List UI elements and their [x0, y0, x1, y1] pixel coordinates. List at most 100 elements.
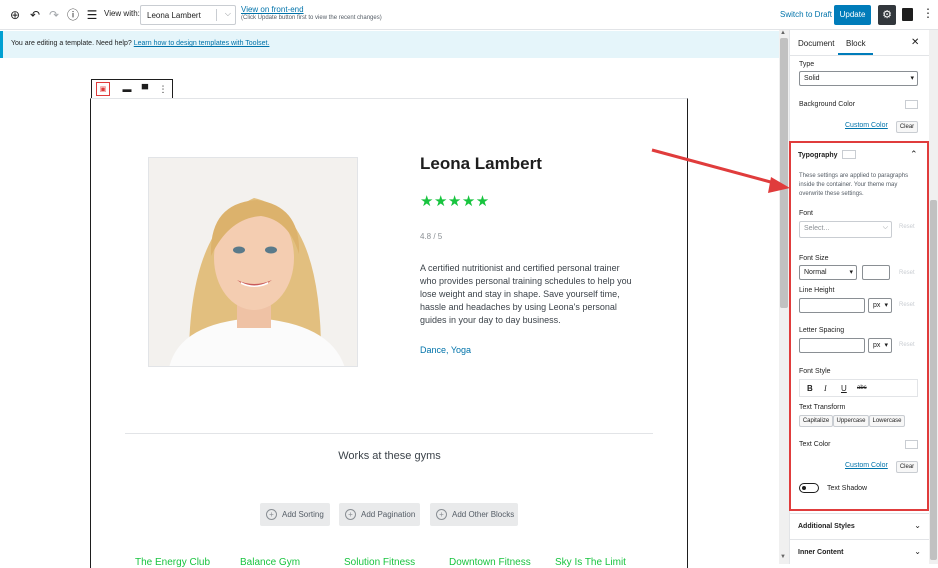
- view-frontend-link[interactable]: View on front-end: [241, 5, 304, 14]
- typography-title[interactable]: Typography: [798, 152, 838, 159]
- profile-photo: [148, 157, 358, 367]
- capitalize-button[interactable]: Capitalize: [799, 415, 833, 427]
- toolset-icon[interactable]: [902, 8, 913, 21]
- font-size-reset[interactable]: Reset: [899, 270, 915, 276]
- bold-icon[interactable]: B: [807, 384, 813, 393]
- info-icon[interactable]: ⓘ: [65, 7, 81, 23]
- line-height-input[interactable]: [799, 298, 865, 313]
- font-size-select[interactable]: Normal ▾: [799, 265, 857, 280]
- letter-spacing-label: Letter Spacing: [799, 327, 845, 334]
- switch-to-draft-button[interactable]: Switch to Draft: [780, 10, 832, 19]
- chevron-down-icon: ⌵: [224, 9, 231, 18]
- chevron-up-icon[interactable]: ⌃: [910, 149, 918, 160]
- outline-icon[interactable]: ☰: [84, 7, 100, 23]
- gym-item[interactable]: The Energy Club: [135, 557, 210, 568]
- align-middle-icon[interactable]: ▀: [138, 82, 152, 96]
- sidebar-scrollbar[interactable]: [929, 30, 938, 564]
- font-style-toolbar: B I U abc: [799, 379, 918, 397]
- redo-icon[interactable]: ↷: [46, 7, 62, 23]
- tab-block[interactable]: Block: [846, 39, 866, 48]
- profile-description: A certified nutritionist and certified p…: [420, 263, 632, 325]
- text-custom-color-link[interactable]: Custom Color: [845, 462, 888, 469]
- profile-name: Leona Lambert: [420, 154, 542, 173]
- undo-icon[interactable]: ↶: [27, 7, 43, 23]
- letter-spacing-input[interactable]: [799, 338, 865, 353]
- text-transform-label: Text Transform: [799, 404, 846, 411]
- close-icon[interactable]: ✕: [911, 37, 919, 48]
- background-color-swatch[interactable]: [905, 100, 918, 109]
- font-label: Font: [799, 210, 814, 217]
- underline-icon[interactable]: U: [841, 384, 847, 393]
- container-block-icon[interactable]: ▣: [96, 82, 110, 96]
- typography-preview-swatch: [842, 150, 856, 159]
- block-more-icon[interactable]: ⋮: [156, 82, 170, 96]
- uppercase-button[interactable]: Uppercase: [833, 415, 869, 427]
- add-sorting-button[interactable]: + Add Sorting: [260, 503, 330, 526]
- font-style-label: Font Style: [799, 368, 831, 375]
- rating-value: 4.8 / 5: [420, 232, 443, 241]
- chevron-down-icon: ▾: [910, 75, 914, 82]
- font-size-label: Font Size: [799, 255, 829, 262]
- lowercase-button[interactable]: Lowercase: [869, 415, 905, 427]
- italic-icon[interactable]: I: [824, 384, 827, 393]
- text-shadow-toggle[interactable]: [799, 483, 819, 493]
- scroll-up-icon[interactable]: ▲: [780, 30, 786, 36]
- text-shadow-label: Text Shadow: [827, 485, 868, 492]
- text-color-label: Text Color: [799, 441, 831, 448]
- chevron-down-icon: ▾: [884, 302, 888, 309]
- type-label: Type: [799, 61, 815, 68]
- add-other-blocks-button[interactable]: + Add Other Blocks: [430, 503, 518, 526]
- chevron-down-icon: ⌄: [914, 521, 921, 530]
- chevron-down-icon: ▾: [884, 342, 888, 349]
- gyms-heading: Works at these gyms: [338, 450, 441, 462]
- font-size-input[interactable]: [862, 265, 890, 280]
- tab-document[interactable]: Document: [798, 39, 834, 48]
- letter-spacing-reset[interactable]: Reset: [899, 342, 915, 348]
- gym-item[interactable]: Downtown Fitness: [449, 557, 531, 568]
- add-block-icon[interactable]: ⊕: [7, 7, 23, 23]
- portrait-image: [149, 158, 357, 366]
- add-pagination-button[interactable]: + Add Pagination: [339, 503, 420, 526]
- separator: [125, 433, 653, 434]
- notice-help-link[interactable]: Learn how to design templates with Tools…: [134, 40, 270, 47]
- font-reset[interactable]: Reset: [899, 224, 915, 230]
- plus-icon: +: [436, 509, 447, 520]
- view-with-label: View with:: [104, 9, 140, 18]
- scrollbar-thumb[interactable]: [930, 200, 937, 560]
- strikethrough-icon[interactable]: abc: [857, 385, 867, 391]
- type-select[interactable]: Solid ▾: [799, 71, 918, 86]
- plus-icon: +: [266, 509, 277, 520]
- editor-topbar: ⊕ ↶ ↷ ⓘ ☰ View with: Leona Lambert ⌵ Vie…: [0, 0, 938, 30]
- scrollbar-thumb[interactable]: [780, 38, 788, 308]
- text-clear-button[interactable]: Clear: [896, 461, 918, 473]
- rating-stars: ★★★★★: [420, 193, 490, 210]
- more-options-icon[interactable]: ⋮: [922, 6, 934, 20]
- gym-item[interactable]: Sky Is The Limit: [555, 557, 626, 568]
- font-select[interactable]: Select... ⌵: [799, 221, 892, 238]
- inner-content-section[interactable]: Inner Content ⌄: [789, 539, 929, 565]
- block-toolbar: ▣ ▬ ▀ ⋮: [91, 79, 173, 99]
- align-top-icon[interactable]: ▬: [120, 82, 134, 96]
- notice-text: You are editing a template. Need help?: [11, 40, 132, 47]
- chevron-down-icon: ⌄: [914, 547, 921, 556]
- line-height-reset[interactable]: Reset: [899, 302, 915, 308]
- typography-help: These settings are applied to paragraphs…: [799, 173, 909, 197]
- update-button[interactable]: Update: [834, 5, 871, 25]
- view-with-select[interactable]: Leona Lambert ⌵: [140, 5, 236, 25]
- chevron-down-icon: ⌵: [882, 224, 888, 231]
- editor-scrollbar[interactable]: ▲ ▼: [779, 30, 789, 564]
- gym-item[interactable]: Solution Fitness: [344, 557, 415, 568]
- line-height-unit-select[interactable]: px ▾: [868, 298, 892, 313]
- bg-clear-button[interactable]: Clear: [896, 121, 918, 133]
- line-height-label: Line Height: [799, 287, 835, 294]
- view-with-value: Leona Lambert: [147, 11, 201, 20]
- bg-custom-color-link[interactable]: Custom Color: [845, 122, 888, 129]
- settings-gear-icon[interactable]: ⚙: [878, 5, 896, 25]
- profile-tags[interactable]: Dance, Yoga: [420, 345, 471, 355]
- scroll-down-icon[interactable]: ▼: [780, 554, 786, 560]
- text-color-swatch[interactable]: [905, 440, 918, 449]
- additional-styles-section[interactable]: Additional Styles ⌄: [789, 513, 929, 539]
- template-notice: You are editing a template. Need help? L…: [0, 31, 779, 58]
- gym-item[interactable]: Balance Gym: [240, 557, 300, 568]
- letter-spacing-unit-select[interactable]: px ▾: [868, 338, 892, 353]
